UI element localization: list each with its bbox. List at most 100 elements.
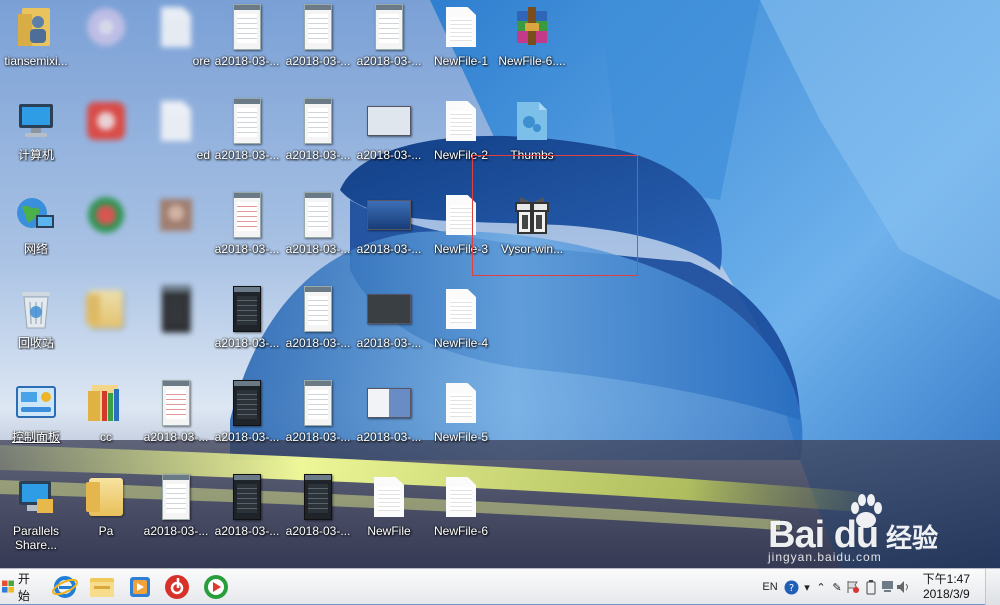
phone-screenshot-icon [154,284,198,334]
blank-file-icon [439,96,483,146]
pen-tool-icon[interactable]: ✎ [829,578,845,596]
taskbar-green-player[interactable] [201,572,231,602]
desktop-icon-desktop-screenshot[interactable]: a2018-03-... [351,94,427,184]
desktop-icon-control-panel[interactable]: 控制面板 [0,376,74,466]
action-center-flag-icon[interactable] [845,578,861,596]
phone-screenshot-icon [296,96,340,146]
folder-icon [84,284,128,334]
desktop-icon-label: a2018-03-... [356,242,422,256]
taskbar-netease-music[interactable] [162,572,192,602]
desktop-icon-disc[interactable] [68,0,144,90]
desktop-icon-image[interactable] [138,188,214,278]
desktop-icon-phone-screenshot[interactable]: a2018-03-... [209,282,285,372]
desktop-icon-phone-screenshot[interactable]: a2018-03-... [280,376,356,466]
desktop-icon-label: ed [196,148,210,162]
desktop-icon-winrar-archive[interactable]: NewFile-6.... [494,0,570,90]
highlight-rectangle [472,155,638,276]
desktop-icon-desktop-screenshot[interactable]: a2018-03-... [351,376,427,466]
desktop-icon-phone-screenshot[interactable]: a2018-03-... [209,0,285,90]
phone-screenshot-icon [296,2,340,52]
taskbar-ie-browser[interactable] [50,572,80,602]
desktop-icon-phone-screenshot[interactable]: a2018-03-... [138,470,214,560]
desktop-icon-label: NewFile-1 [433,54,488,68]
show-desktop-button[interactable] [985,569,1000,605]
user-folder-icon [14,2,58,52]
svg-text:?: ? [788,583,793,594]
desktop-icon-phone-screenshot[interactable]: a2018-03-... [209,94,285,184]
file-explorer-icon [90,578,114,597]
desktop-icon-label: a2018-03-... [214,524,280,538]
desktop-icon-phone-screenshot[interactable]: a2018-03-... [280,282,356,372]
desktop-icon-label: 回收站 [17,336,54,350]
desktop-icon-phone-screenshot[interactable]: a2018-03-... [209,188,285,278]
desktop-icon-user-folder[interactable]: tiansemixi... [0,0,74,90]
taskbar-file-explorer[interactable] [87,572,117,602]
phone-screenshot-icon [225,190,269,240]
desktop-icon-app-red[interactable] [68,94,144,184]
desktop-icon-phone-screenshot[interactable]: a2018-03-... [280,94,356,184]
windows-flag-icon [2,580,14,593]
desktop-icon-newfile-5[interactable]: NewFile-5 [423,376,499,466]
desktop-icon-label: a2018-03-... [214,148,280,162]
desktop-icon-newfile-1[interactable]: NewFile-1 [423,0,499,90]
desktop-icon-desktop-screenshot[interactable]: a2018-03-... [351,188,427,278]
desktop-icon-label: NewFile-4 [433,336,488,350]
volume-icon[interactable] [895,578,911,596]
desktop-icon-label: NewFile-6.... [498,54,566,68]
desktop-icon-app-green[interactable] [68,188,144,278]
folder-icon [84,472,128,522]
phone-screenshot-icon [296,472,340,522]
desktop-icon-parallels-share[interactable]: Parallels Share... [0,470,74,560]
desktop-icon-recycle-bin[interactable]: 回收站 [0,282,74,372]
desktop-icon-label: a2018-03-... [214,242,280,256]
clock-time: 下午1:47 [922,572,970,586]
desktop-icon-phone-screenshot[interactable]: a2018-03-... [280,0,356,90]
desktop-icon-label: a2018-03-... [143,524,209,538]
disc-icon [84,2,128,52]
desktop-icon-file[interactable]: ore [138,0,214,90]
desktop-icon-file[interactable]: ed [138,94,214,184]
media-player-icon [130,577,150,597]
computer-icon [14,96,58,146]
desktop-icon-label: a2018-03-... [356,148,422,162]
phone-screenshot-icon [296,190,340,240]
desktop-icon-label: a2018-03-... [285,242,351,256]
desktop-icon-network[interactable]: 网络 [0,188,74,278]
blank-file-icon [439,2,483,52]
battery-icon[interactable] [863,578,879,596]
clock[interactable]: 下午1:47 2018/3/9 [923,572,970,602]
language-indicator[interactable]: EN [761,578,779,596]
desktop-icon-phone-screenshot[interactable]: a2018-03-... [209,470,285,560]
taskbar-media-player[interactable] [125,572,155,602]
help-icon[interactable]: ? [783,578,799,596]
desktop-icon-folder[interactable] [68,282,144,372]
desktop-icon-phone-screenshot[interactable]: a2018-03-... [351,0,427,90]
desktop-icon-newfile-4[interactable]: NewFile-4 [423,282,499,372]
desktop-icon-folder-pa[interactable]: Pa [68,470,144,560]
blank-file-icon [367,472,411,522]
file-icon [154,96,198,146]
desktop-icon-newfile-6[interactable]: NewFile-6 [423,470,499,560]
start-button[interactable]: 开始 [2,572,40,603]
winrar-archive-icon [510,2,554,52]
desktop-icon-phone-screenshot[interactable]: a2018-03-... [280,470,356,560]
netease-music-icon [165,575,189,599]
desktop-icon-label: a2018-03-... [143,430,209,444]
network-status-icon[interactable] [879,578,895,596]
desktop-icon-label: a2018-03-... [285,148,351,162]
desktop-area: tiansemixi... 计算机 网络 回收站 控制面板 Parallels … [0,0,1000,568]
desktop-icon-folder-cc[interactable]: cc [68,376,144,466]
desktop-icon-desktop-screenshot[interactable]: a2018-03-... [351,282,427,372]
chevron-up-icon[interactable]: ⌃ [813,578,829,596]
desktop-icon-label: a2018-03-... [285,430,351,444]
desktop-icon-phone-screenshot[interactable]: a2018-03-... [280,188,356,278]
desktop-icon-label: NewFile-5 [433,430,488,444]
desktop-icon-phone-screenshot[interactable]: a2018-03-... [138,376,214,466]
desktop-icon-label: 网络 [23,242,48,256]
desktop-icon-label: a2018-03-... [285,524,351,538]
desktop-icon-computer[interactable]: 计算机 [0,94,74,184]
parallels-share-icon [14,472,58,522]
desktop-icon-phone-screenshot[interactable] [138,282,214,372]
desktop-icon-newfile[interactable]: NewFile [351,470,427,560]
desktop-icon-phone-screenshot[interactable]: a2018-03-... [209,376,285,466]
